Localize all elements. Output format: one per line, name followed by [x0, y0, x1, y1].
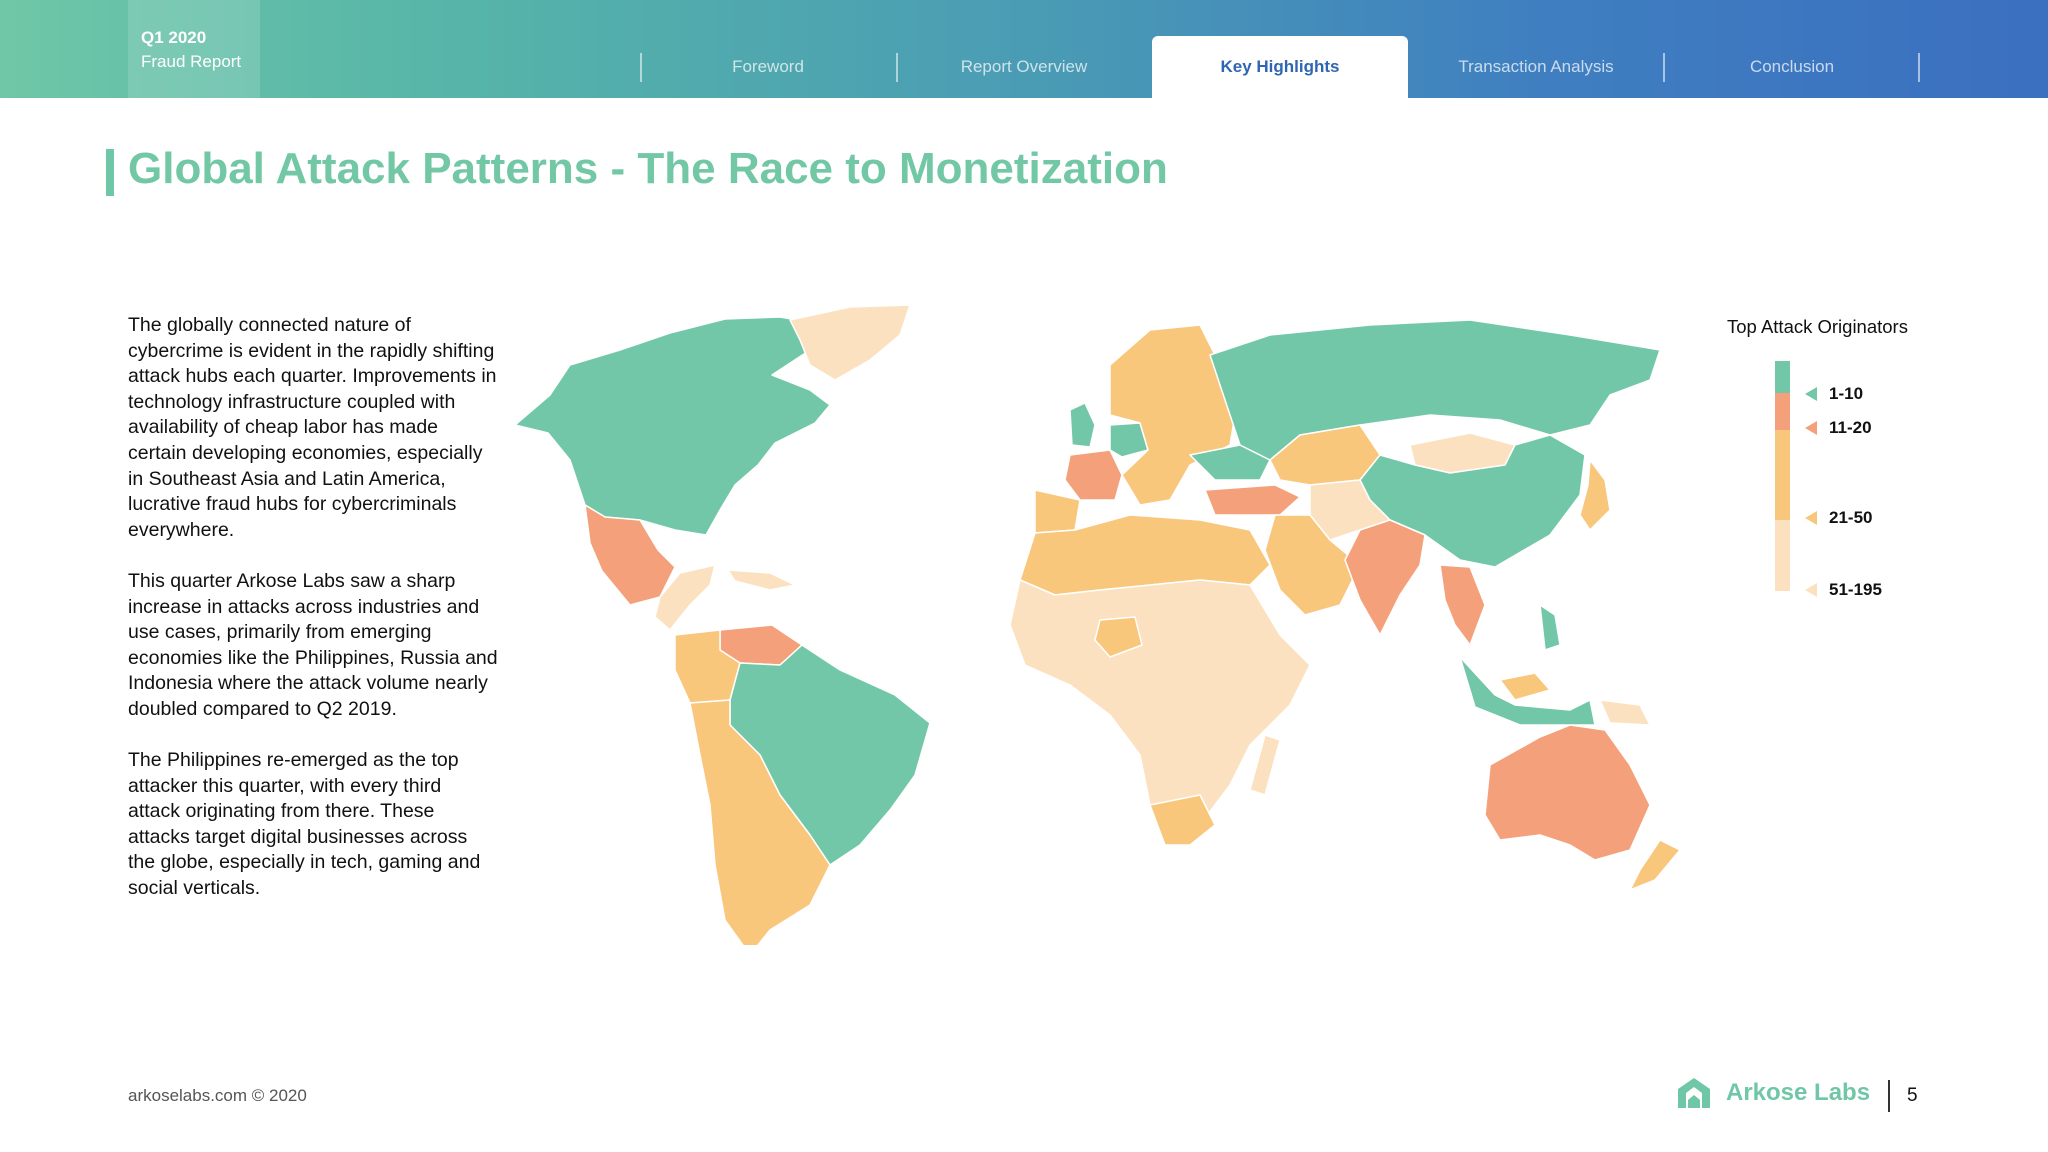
header-bar: Q1 2020 Fraud Report Foreword Report Ove… — [0, 0, 2048, 98]
world-attack-map — [514, 305, 1681, 945]
legend-swatch — [1775, 520, 1790, 591]
report-badge[interactable]: Q1 2020 Fraud Report — [128, 0, 260, 98]
legend-title: Top Attack Originators — [1727, 316, 1908, 337]
legend-swatch — [1775, 393, 1790, 430]
tab-transaction-analysis[interactable]: Transaction Analysis — [1408, 36, 1664, 98]
footer-separator — [1888, 1080, 1890, 1112]
map-region-southeast-asia — [1439, 564, 1486, 646]
map-region-india — [1344, 519, 1426, 636]
legend-swatch — [1775, 361, 1790, 393]
nav-separator — [1918, 53, 1920, 82]
report-quarter: Q1 2020 — [141, 28, 207, 47]
tab-report-overview[interactable]: Report Overview — [896, 36, 1152, 98]
legend-marker-icon — [1805, 387, 1817, 401]
title-accent-bar — [106, 149, 114, 196]
legend-marker-icon — [1805, 511, 1817, 525]
top-nav: Foreword Report Overview Key Highlights … — [640, 0, 1920, 98]
legend-item: 51-195 — [1805, 580, 1882, 600]
legend-label: 21-50 — [1829, 508, 1873, 527]
page-number: 5 — [1907, 1085, 1918, 1106]
map-region-malaysia — [1499, 672, 1551, 701]
brand-logo[interactable]: Arkose Labs — [1676, 1076, 1870, 1110]
map-region-iberia — [1034, 489, 1081, 534]
map-region-russia — [1209, 319, 1661, 461]
map-region-north-america — [514, 316, 831, 536]
arkose-logo-icon — [1678, 1078, 1710, 1108]
map-region-madagascar — [1249, 734, 1281, 796]
legend-marker-icon — [1805, 421, 1817, 435]
map-region-papua-new-guinea — [1599, 699, 1651, 726]
legend-swatch — [1775, 430, 1790, 520]
map-region-uk — [1069, 402, 1096, 448]
map-region-caribbean — [727, 569, 796, 591]
legend-label: 11-20 — [1829, 418, 1872, 437]
map-region-australia — [1484, 724, 1651, 861]
brand-name: Arkose Labs — [1726, 1079, 1871, 1106]
footer-copyright: arkoselabs.com © 2020 — [128, 1086, 307, 1105]
map-region-japan — [1579, 459, 1611, 531]
legend-item: 11-20 — [1805, 418, 1872, 438]
body-text: The globally connected nature of cybercr… — [128, 313, 498, 927]
legend-label: 51-195 — [1829, 580, 1882, 599]
legend-item: 1-10 — [1805, 384, 1863, 404]
report-title: Fraud Report — [141, 52, 242, 71]
paragraph: This quarter Arkose Labs saw a sharp inc… — [128, 569, 498, 720]
legend-item: 21-50 — [1805, 508, 1872, 528]
tab-foreword[interactable]: Foreword — [640, 36, 896, 98]
map-region-africa — [1009, 579, 1311, 836]
paragraph: The globally connected nature of cybercr… — [128, 314, 497, 541]
tab-conclusion[interactable]: Conclusion — [1664, 36, 1920, 98]
map-region-turkey — [1204, 484, 1301, 516]
map-region-france — [1064, 449, 1123, 501]
page-title: Global Attack Patterns - The Race to Mon… — [128, 144, 1168, 193]
legend-label: 1-10 — [1829, 384, 1864, 403]
map-region-new-zealand — [1629, 839, 1681, 891]
tab-key-highlights[interactable]: Key Highlights — [1152, 36, 1408, 98]
legend-color-bar — [1775, 361, 1790, 591]
map-region-philippines — [1539, 604, 1561, 651]
legend-marker-icon — [1805, 583, 1817, 597]
map-region-greenland — [789, 305, 911, 381]
paragraph: The Philippines re-emerged as the top at… — [128, 749, 481, 900]
